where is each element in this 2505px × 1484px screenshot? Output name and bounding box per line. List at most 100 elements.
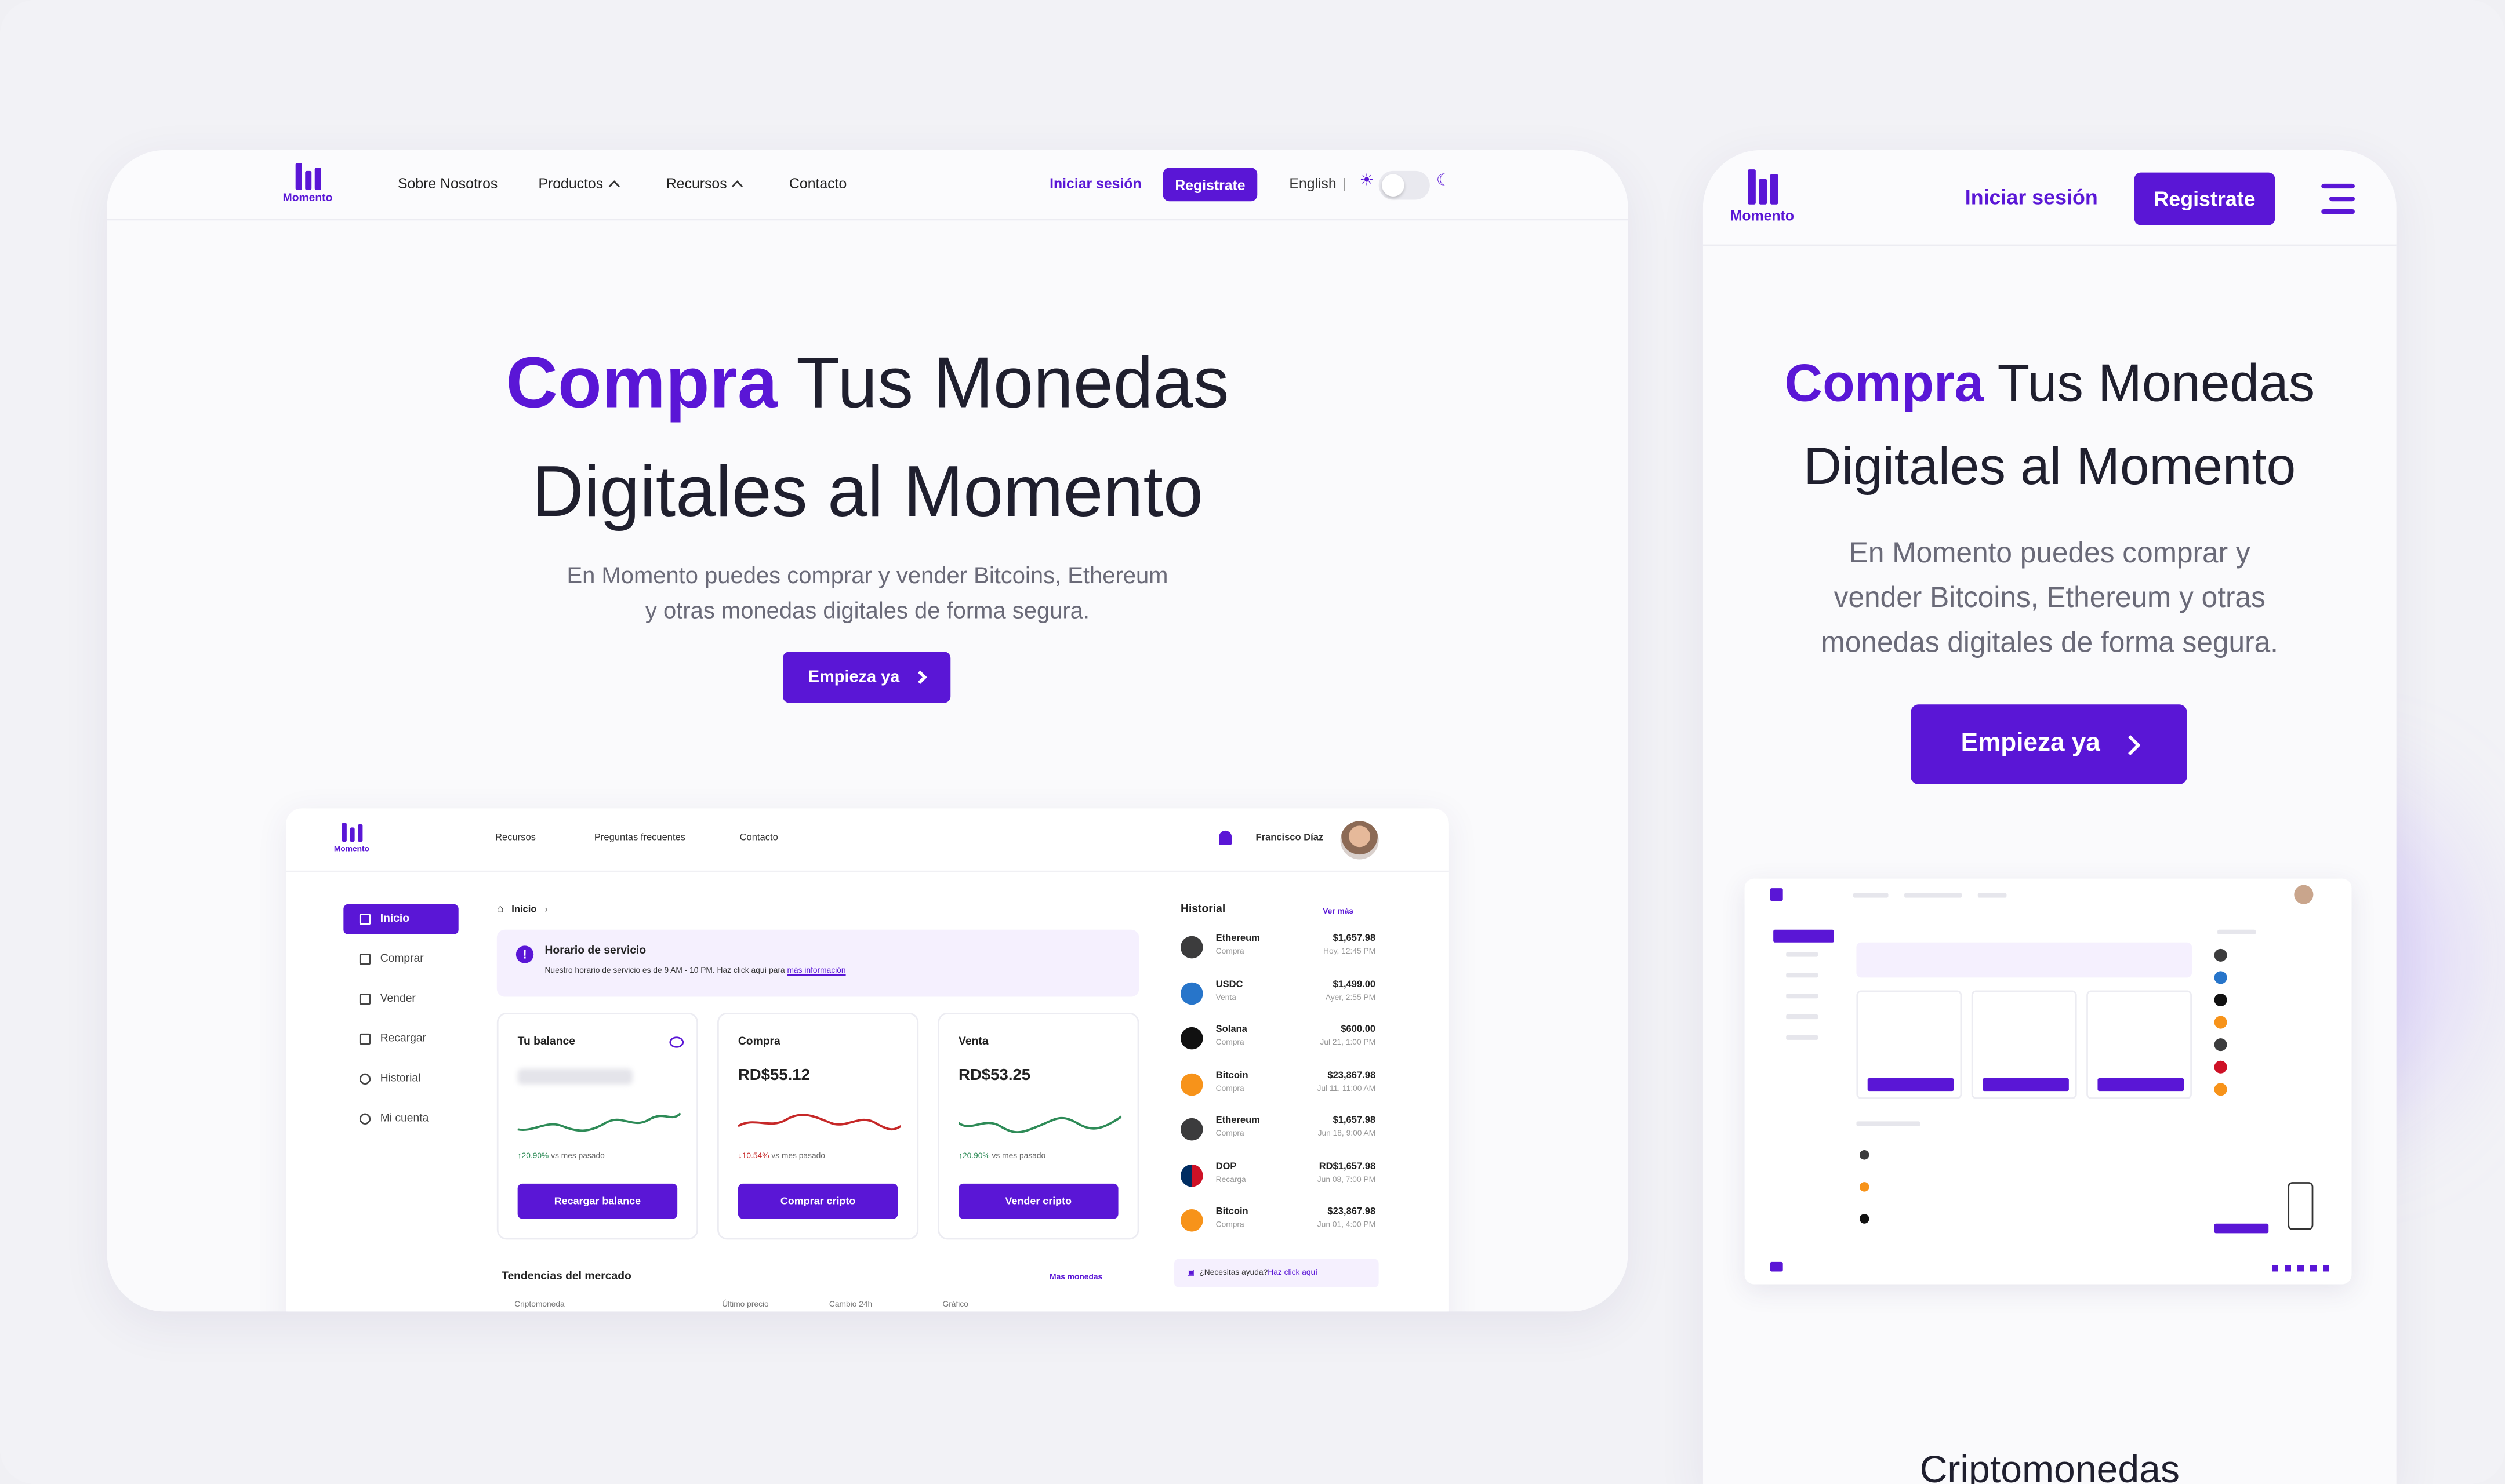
- hamburger-menu-icon[interactable]: [2321, 183, 2355, 214]
- bitcoin-icon: [2214, 1083, 2227, 1096]
- bell-icon[interactable]: [1219, 830, 1232, 845]
- tx-type: Compra: [1215, 1129, 1244, 1139]
- ethereum-icon: [1181, 1118, 1203, 1141]
- nav-link-resources[interactable]: Recursos: [666, 176, 743, 192]
- nav-link-contact[interactable]: Contacto: [789, 176, 847, 192]
- register-button[interactable]: Registrate: [2134, 172, 2275, 225]
- sell-crypto-button[interactable]: Vender cripto: [959, 1183, 1119, 1219]
- help-text: ¿Necesitas ayuda?: [1199, 1268, 1268, 1278]
- sidebar-item-label: Mi cuenta: [380, 1113, 429, 1125]
- nav-link-about[interactable]: Sobre Nosotros: [398, 176, 498, 192]
- change-suffix: vs mes pasado: [989, 1151, 1046, 1162]
- list-item[interactable]: Bitcoin Compra $23,867.98 Jun 01, 4:00 PM: [1181, 1203, 1388, 1249]
- get-started-label: Empieza ya: [1961, 730, 2100, 758]
- brand-logo[interactable]: Momento: [283, 163, 332, 205]
- hero-subtitle-line1: En Momento puedes comprar y vender Bitco…: [567, 563, 1168, 590]
- tx-amount: $1,499.00: [1333, 980, 1376, 990]
- placeholder-bar: [1853, 893, 1889, 898]
- dash-nav-contact[interactable]: Contacto: [740, 834, 778, 843]
- register-button[interactable]: Registrate: [1163, 168, 1258, 202]
- nav-link-resources-label: Recursos: [666, 176, 727, 192]
- chevron-right-icon: [913, 670, 927, 685]
- tx-type: Compra: [1215, 1038, 1244, 1048]
- sidebar-item-mi-cuenta[interactable]: Mi cuenta: [343, 1104, 458, 1134]
- dashboard-sidebar: Inicio Comprar Vender Recargar Historial…: [343, 904, 459, 1144]
- language-selector[interactable]: English |: [1289, 176, 1346, 192]
- buy-card: Compra RD$55.12 ↓10.54% vs mes pasado Co…: [717, 1013, 919, 1240]
- coin-name: Bitcoin: [1215, 1207, 1248, 1217]
- sidebar-item-label: Historial: [380, 1073, 421, 1085]
- nav-link-products[interactable]: Productos: [538, 176, 619, 192]
- balance-card: Tu balance ↑20.90% vs mes pasado Recarga…: [496, 1013, 698, 1240]
- sidebar-item-inicio[interactable]: Inicio: [343, 904, 459, 935]
- list-item[interactable]: DOP Recarga RD$1,657.98 Jun 08, 7:00 PM: [1181, 1157, 1388, 1203]
- dash-nav-resources[interactable]: Recursos: [495, 834, 536, 843]
- change-value: 10.54%: [742, 1151, 769, 1162]
- card-title: Compra: [738, 1036, 780, 1048]
- hero-subtitle: En Momento puedes comprar y vender Bitco…: [1703, 530, 2397, 664]
- theme-toggle[interactable]: [1378, 170, 1430, 200]
- list-item[interactable]: Bitcoin Compra $23,867.98 Jul 11, 11:00 AM: [1181, 1066, 1388, 1112]
- bitcoin-icon: [1181, 1209, 1203, 1232]
- get-started-button[interactable]: Empieza ya: [1911, 704, 2187, 784]
- sidebar-item-label: Inicio: [380, 914, 410, 925]
- hero-highlight: Compra: [506, 341, 778, 424]
- solana-icon: [1181, 1027, 1203, 1050]
- login-link[interactable]: Iniciar sesión: [1050, 176, 1142, 192]
- coin-name: Solana: [1215, 1025, 1247, 1035]
- tx-type: Venta: [1215, 992, 1236, 1003]
- hero-subtitle: En Momento puedes comprar y vender Bitco…: [107, 559, 1628, 629]
- list-item[interactable]: USDC Venta $1,499.00 Ayer, 2:55 PM: [1181, 975, 1388, 1021]
- tx-date: Jun 01, 4:00 PM: [1317, 1220, 1376, 1230]
- sparkline-down: [738, 1114, 901, 1131]
- tx-date: Jun 18, 9:00 AM: [1317, 1129, 1376, 1139]
- help-link[interactable]: Haz click aquí: [1268, 1268, 1317, 1278]
- sidebar-item-recargar[interactable]: Recargar: [343, 1024, 458, 1054]
- logo-bars-icon: [295, 163, 321, 190]
- recharge-balance-button[interactable]: Recargar balance: [517, 1183, 678, 1219]
- coin-name: Ethereum: [1215, 1116, 1260, 1126]
- alert-link[interactable]: más información: [787, 966, 846, 976]
- sidebar-item-historial[interactable]: Historial: [343, 1064, 458, 1094]
- logo-text: Momento: [333, 845, 370, 855]
- hero-title-line2: Digitales al Momento: [1803, 436, 2296, 496]
- card-value: RD$55.12: [738, 1067, 810, 1085]
- placeholder-bar: [2214, 1223, 2269, 1234]
- list-item[interactable]: Ethereum Compra $1,657.98 Jun 18, 9:00 AM: [1181, 1112, 1388, 1158]
- buy-crypto-button[interactable]: Comprar cripto: [738, 1183, 898, 1219]
- list-item[interactable]: Solana Compra $600.00 Jul 21, 1:00 PM: [1181, 1021, 1388, 1067]
- more-coins-link[interactable]: Mas monedas: [1050, 1273, 1102, 1283]
- chevron-right-icon: ›: [544, 905, 548, 915]
- brand-logo[interactable]: Momento: [1730, 169, 1794, 224]
- tx-date: Jul 11, 11:00 AM: [1317, 1083, 1376, 1094]
- eye-off-icon[interactable]: [669, 1036, 684, 1048]
- get-started-button[interactable]: Empieza ya: [782, 652, 951, 703]
- change-value: 20.90%: [521, 1151, 549, 1162]
- tx-type: Compra: [1215, 1220, 1244, 1230]
- sidebar-item-comprar[interactable]: Comprar: [343, 944, 458, 974]
- usdc-icon: [2214, 971, 2227, 984]
- placeholder-bar: [1786, 973, 1818, 978]
- ethereum-icon: [1859, 1150, 1869, 1160]
- list-item[interactable]: Ethereum Compra $1,657.98 Hoy, 12:45 PM: [1181, 930, 1388, 976]
- avatar[interactable]: [1340, 821, 1379, 860]
- home-icon: ⌂: [496, 904, 504, 915]
- placeholder-bar: [1786, 1014, 1818, 1020]
- dashboard-logo[interactable]: Momento: [334, 823, 369, 854]
- breadcrumb-current[interactable]: Inicio: [511, 905, 536, 915]
- help-banner[interactable]: ▣ ¿Necesitas ayuda? Haz click aquí: [1174, 1259, 1379, 1288]
- alert-placeholder: [1856, 942, 2192, 978]
- hero-title-rest: Tus Monedas: [777, 341, 1229, 424]
- coin-name: Ethereum: [1215, 934, 1260, 944]
- card-placeholder: [1971, 990, 2077, 1099]
- sidebar-item-label: Comprar: [380, 954, 424, 965]
- sidebar-item-vender[interactable]: Vender: [343, 984, 458, 1014]
- tx-amount: RD$1,657.98: [1319, 1162, 1376, 1172]
- change-suffix: vs mes pasado: [549, 1151, 605, 1162]
- card-placeholder: [2086, 990, 2192, 1099]
- tx-type: Compra: [1215, 1083, 1244, 1094]
- user-icon: [359, 1113, 371, 1125]
- login-link[interactable]: Iniciar sesión: [1965, 186, 2098, 209]
- dash-nav-faq[interactable]: Preguntas frecuentes: [594, 834, 685, 843]
- see-more-link[interactable]: Ver más: [1323, 907, 1353, 917]
